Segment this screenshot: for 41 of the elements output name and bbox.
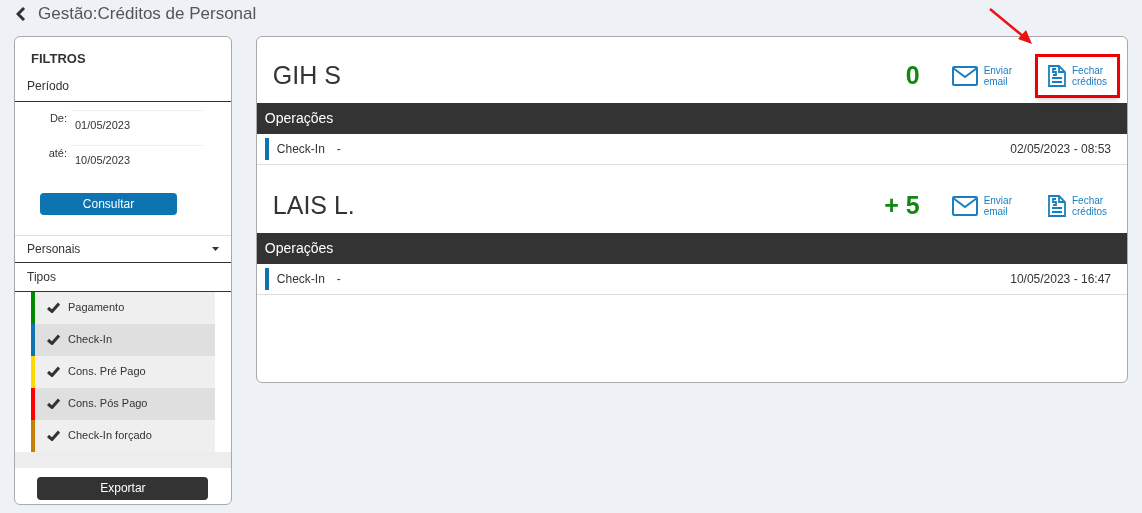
operation-detail: - <box>336 141 342 158</box>
operation-row[interactable]: Check-In - 10/05/2023 - 16:47 <box>256 264 1127 295</box>
close-credits-button[interactable]: Fechar créditos <box>1035 184 1120 228</box>
personals-dropdown[interactable]: Personais <box>15 234 231 263</box>
filters-title: FILTROS <box>30 50 87 68</box>
personal-name: LAIS L. <box>272 190 356 222</box>
invoice-icon <box>1048 65 1066 87</box>
operation-datetime: 02/05/2023 - 08:53 <box>1010 141 1111 158</box>
page-title: Gestão:Créditos de Personal <box>38 3 257 26</box>
type-filter-item[interactable]: Cons. Pré Pago <box>31 355 215 388</box>
to-label: até: <box>47 146 67 161</box>
operations-header: Operações <box>256 233 1127 264</box>
type-filter-item[interactable]: Check-In <box>31 323 215 356</box>
type-filter-item[interactable]: Cons. Pós Pago <box>31 387 215 420</box>
query-button[interactable]: Consultar <box>40 192 177 215</box>
period-label: Período <box>15 68 231 102</box>
from-label: De: <box>48 110 67 126</box>
operation-type: Check-In <box>276 141 325 158</box>
types-label: Tipos <box>15 262 231 292</box>
envelope-icon <box>951 66 978 86</box>
caret-icon <box>211 246 219 251</box>
back-icon[interactable] <box>16 7 26 21</box>
send-email-button[interactable]: Enviar email <box>938 184 1025 228</box>
operation-row[interactable]: Check-In - 02/05/2023 - 08:53 <box>256 134 1127 165</box>
operation-type: Check-In <box>276 271 325 288</box>
operation-datetime: 10/05/2023 - 16:47 <box>1010 271 1111 288</box>
arrow-annotation <box>988 7 1034 47</box>
credit-count: 0 <box>905 60 920 92</box>
type-filter-item[interactable]: Pagamento <box>31 291 215 324</box>
close-credits-button[interactable]: Fechar créditos <box>1035 54 1120 98</box>
from-date-field[interactable]: 01/05/2023 <box>71 109 203 133</box>
operations-header: Operações <box>256 103 1127 134</box>
to-date-field[interactable]: 10/05/2023 <box>71 145 203 169</box>
invoice-icon <box>1048 195 1066 217</box>
envelope-icon <box>951 196 978 216</box>
credit-count: + 5 <box>884 190 920 222</box>
export-button[interactable]: Exportar <box>37 476 209 500</box>
personal-name: GIH S <box>272 60 342 92</box>
send-email-button[interactable]: Enviar email <box>938 54 1025 98</box>
operation-detail: - <box>336 271 342 288</box>
type-filter-item[interactable]: Check-In forçado <box>31 419 215 452</box>
